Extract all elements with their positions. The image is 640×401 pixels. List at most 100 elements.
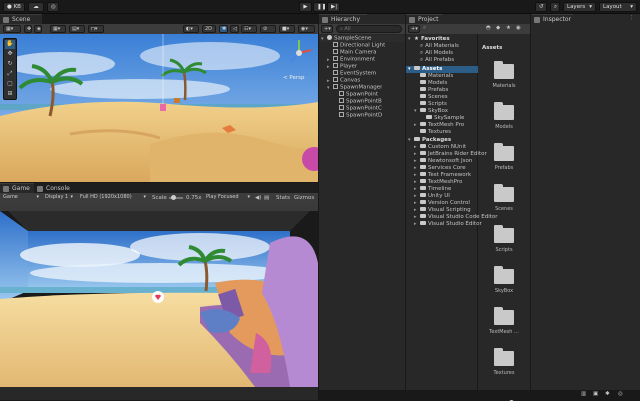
audio-toggle[interactable]: ◁: [230, 25, 239, 33]
package-item[interactable]: ▸ Test Framework: [414, 172, 471, 179]
layers-dropdown[interactable]: Layers ▾: [563, 2, 596, 12]
effects-button[interactable]: ☷▾: [241, 25, 257, 33]
orientation-gizmo[interactable]: [285, 38, 313, 68]
scene-viewport[interactable]: ✋ ✥ ↻ ⤢ ▢ ⊞ < Persp: [0, 34, 318, 182]
hierarchy-search-input[interactable]: ⌕ All: [336, 25, 402, 33]
background-tasks-button[interactable]: ◎: [618, 391, 623, 398]
hierarchy-item[interactable]: EventSystem: [327, 70, 376, 77]
package-item[interactable]: ▸ Custom NUnit: [414, 144, 466, 151]
camera-settings-button[interactable]: ■▾: [279, 25, 295, 33]
hierarchy-item[interactable]: SpawnPointB: [333, 98, 382, 105]
filter-type-button[interactable]: ◓: [486, 25, 491, 32]
hierarchy-item[interactable]: Directional Light: [327, 42, 385, 49]
move-tool-button[interactable]: ✥: [24, 25, 32, 33]
increment-snap-button[interactable]: ▤▾: [69, 25, 85, 33]
assets-tree-item[interactable]: SkySample: [420, 115, 464, 122]
persp-label[interactable]: < Persp: [283, 75, 304, 81]
asset-folder[interactable]: Prefabs: [484, 143, 524, 171]
lighting-toggle[interactable]: ✱: [219, 25, 228, 33]
pause-button[interactable]: ❚❚: [313, 2, 326, 12]
transform-tool[interactable]: ⊞: [5, 90, 15, 99]
assets-breadcrumb[interactable]: Assets: [482, 45, 502, 52]
tab-game[interactable]: Game: [0, 183, 34, 193]
cloud-button[interactable]: ☁: [28, 2, 44, 12]
panel-menu-button[interactable]: ⋮: [629, 15, 635, 22]
package-item[interactable]: ▸ Visual Scripting: [414, 207, 471, 214]
asset-folder[interactable]: Textures: [484, 348, 524, 376]
create-button[interactable]: +▾: [321, 25, 333, 33]
draw-mode-button[interactable]: ▦▾: [3, 25, 21, 33]
stats-button[interactable]: Stats: [276, 195, 290, 202]
favorites-header[interactable]: ▾ ★ Favorites: [408, 36, 450, 43]
hidden-packages-button[interactable]: ◉: [516, 25, 521, 32]
gizmos-button[interactable]: Gizmos: [294, 195, 314, 202]
hand-tool[interactable]: ✋: [5, 40, 15, 49]
hierarchy-item[interactable]: ▸ Environment: [327, 56, 375, 63]
step-button[interactable]: ▶|: [327, 2, 340, 12]
rotate-tool[interactable]: ↻: [5, 60, 15, 69]
package-item[interactable]: ▸ Newtonsoft Json: [414, 158, 472, 165]
pivot-button[interactable]: ◈: [34, 25, 42, 33]
package-item[interactable]: ▸ TextMeshPro: [414, 179, 462, 186]
tab-hierarchy[interactable]: Hierarchy: [319, 14, 367, 24]
favorite-item[interactable]: ⌕ All Prefabs: [414, 57, 454, 64]
rect-tool[interactable]: ▢: [5, 80, 15, 89]
favorite-item[interactable]: ⌕ All Models: [414, 50, 453, 57]
package-item[interactable]: ▸ Services Core: [414, 165, 466, 172]
mute-audio-button[interactable]: ◀): [255, 195, 261, 202]
filter-label-button[interactable]: ◆: [496, 25, 500, 32]
history-button[interactable]: ↺: [535, 2, 547, 12]
asset-folder[interactable]: Scenes: [484, 184, 524, 212]
favorite-button[interactable]: ★: [506, 25, 511, 32]
scale-tool[interactable]: ⤢: [5, 70, 15, 79]
snap-settings-button[interactable]: ⊓▾: [88, 25, 104, 33]
hierarchy-item[interactable]: Main Camera: [327, 49, 376, 56]
game-mode-dropdown[interactable]: Game ▾: [1, 194, 41, 202]
resolution-dropdown[interactable]: Full HD (1920x1080) ▾: [78, 194, 148, 202]
progress-icon[interactable]: ▥: [581, 391, 586, 398]
assets-tree-item[interactable]: Models: [414, 80, 447, 87]
move-tool[interactable]: ✥: [5, 50, 15, 59]
tab-scene[interactable]: Scene: [0, 14, 42, 24]
account-dropdown[interactable]: ● KB: [3, 2, 25, 12]
favorite-item[interactable]: ⌕ All Materials: [414, 43, 459, 50]
package-item[interactable]: ▸ Visual Studio Editor: [414, 221, 482, 228]
asset-folder[interactable]: SkyBox: [484, 266, 524, 294]
2d-toggle[interactable]: 2D: [202, 25, 216, 33]
assets-tree-item[interactable]: Scenes: [414, 94, 448, 101]
debug-mode-button[interactable]: ✱: [605, 391, 610, 398]
shading-mode-button[interactable]: ◐▾: [183, 25, 199, 33]
tab-project[interactable]: Project: [406, 14, 442, 24]
asset-folder[interactable]: Materials: [484, 61, 524, 89]
grid-snap-button[interactable]: ▦▾: [50, 25, 66, 33]
package-item[interactable]: ▸ Version Control: [414, 200, 470, 207]
hierarchy-scene-row[interactable]: ▾ SampleScene: [321, 35, 405, 42]
scale-slider[interactable]: [169, 195, 183, 200]
display-dropdown[interactable]: Display 1 ▾: [43, 194, 75, 202]
hierarchy-item[interactable]: SpawnPointD: [333, 112, 382, 119]
asset-folder[interactable]: TextMesh ...: [484, 307, 524, 335]
assets-tree-item[interactable]: ▾ SkyBox: [414, 108, 448, 115]
create-asset-button[interactable]: +▾: [408, 25, 420, 33]
layout-dropdown[interactable]: Layout ▾: [599, 2, 637, 12]
assets-tree-item[interactable]: Materials: [414, 73, 453, 80]
scale-slider-handle[interactable]: [171, 195, 176, 200]
play-focused-dropdown[interactable]: Play Focused ▾: [204, 194, 252, 202]
packages-header[interactable]: ▾ Packages: [408, 137, 451, 144]
hierarchy-item[interactable]: ▸ Canvas: [327, 77, 360, 84]
package-item[interactable]: ▸ JetBrains Rider Editor: [414, 151, 487, 158]
hierarchy-item[interactable]: ▾ SpawnManager: [327, 84, 382, 91]
assets-tree-item[interactable]: ▸ TextMesh Pro: [414, 122, 464, 129]
hierarchy-item[interactable]: SpawnPointC: [333, 105, 382, 112]
assets-root-row[interactable]: ▾ Assets: [406, 66, 478, 73]
asset-folder[interactable]: Scripts: [484, 225, 524, 253]
hierarchy-item[interactable]: ▸ Player: [327, 63, 357, 70]
package-item[interactable]: ▸ Unity UI: [414, 193, 450, 200]
game-viewport[interactable]: [0, 203, 318, 387]
search-button[interactable]: ⌕: [550, 2, 560, 12]
play-button[interactable]: ▶: [299, 2, 312, 12]
assets-tree-item[interactable]: Prefabs: [414, 87, 448, 94]
collab-button[interactable]: ◎: [47, 2, 59, 12]
gizmos-button[interactable]: ◉▾: [298, 25, 315, 33]
notification-button[interactable]: ▣: [593, 391, 598, 398]
